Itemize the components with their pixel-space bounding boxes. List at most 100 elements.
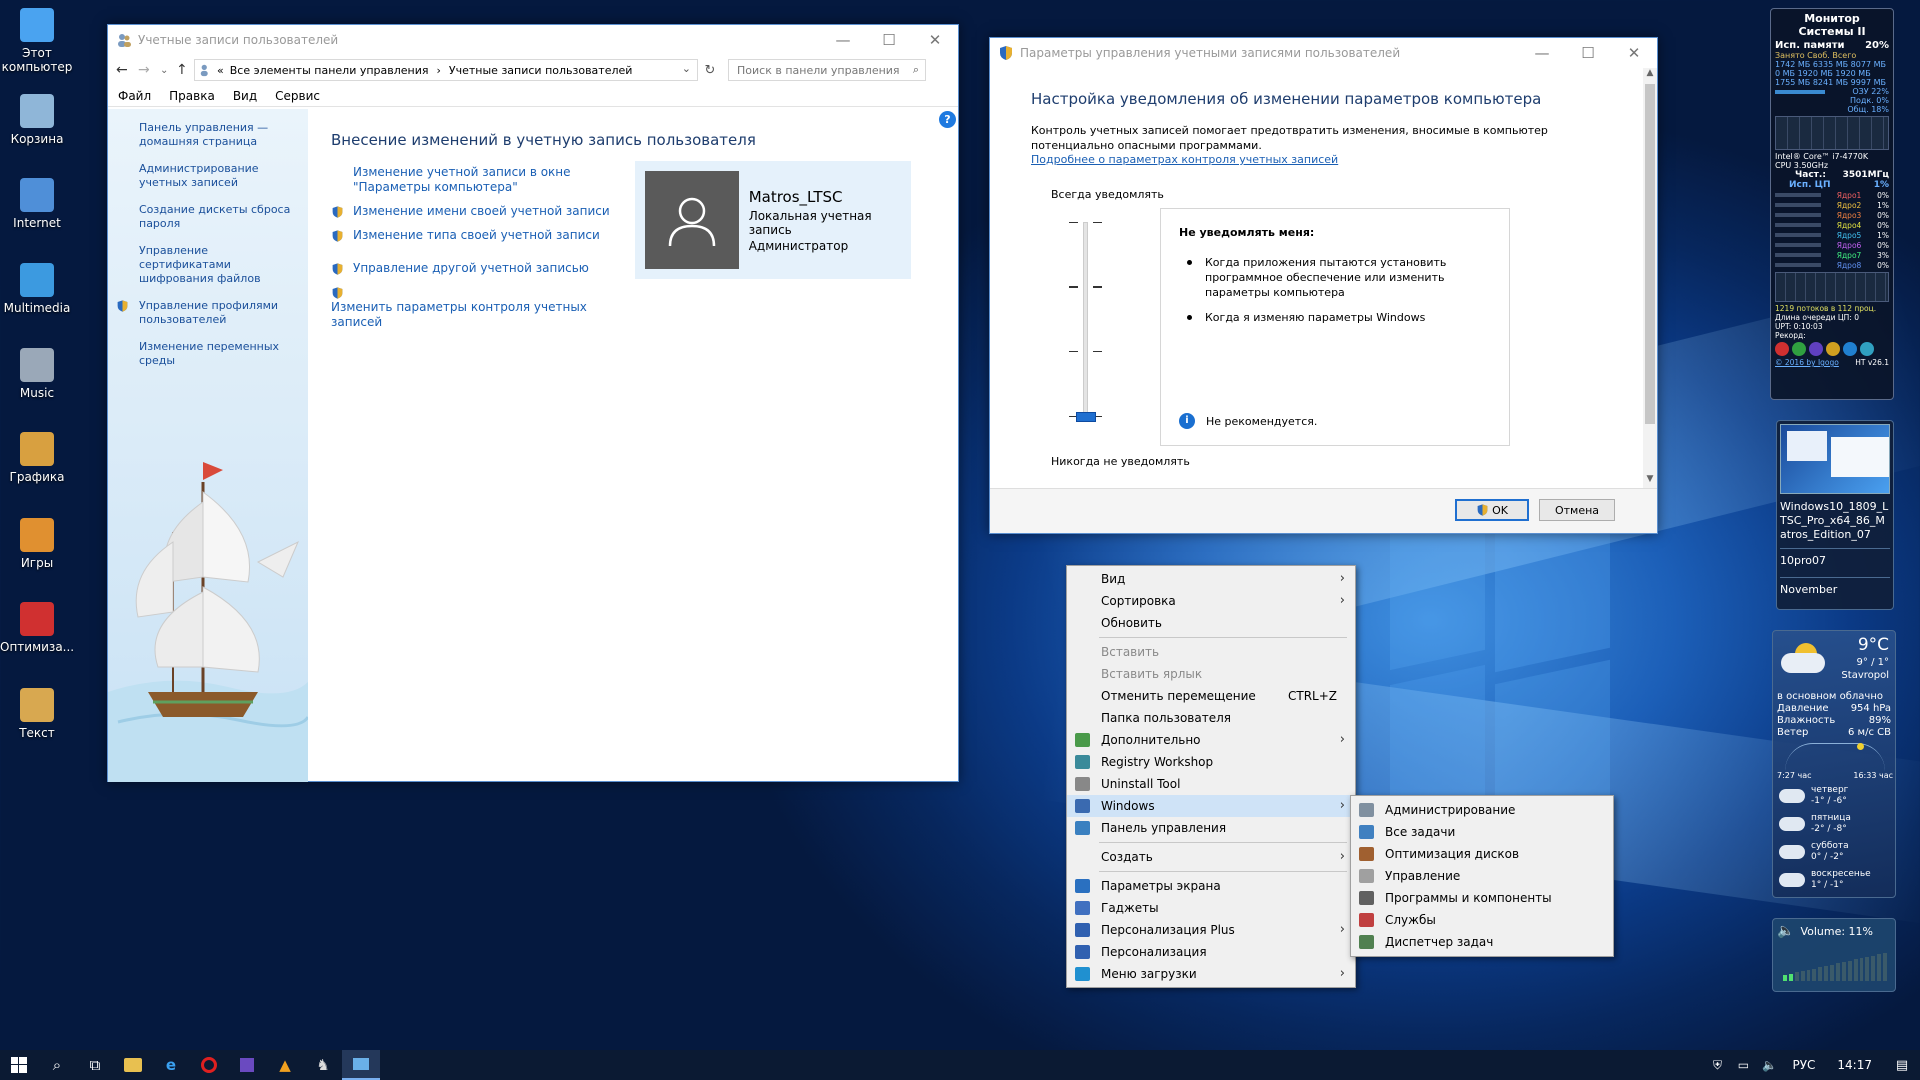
slider-thumb[interactable] (1076, 412, 1096, 422)
calculator-button[interactable] (228, 1050, 266, 1080)
context-menu-item[interactable]: Папка пользователя (1067, 707, 1355, 729)
aimp-button[interactable]: ▲ (266, 1050, 304, 1080)
slideshow-gadget[interactable]: Windows10_1809_LTSC_Pro_x64_86_Matros_Ed… (1776, 420, 1894, 610)
menu-item[interactable]: Правка (169, 89, 215, 103)
title-bar[interactable]: Учетные записи пользователей — ☐ ✕ (108, 25, 958, 55)
desktop-icon[interactable]: Корзина (0, 94, 74, 146)
up-arrow-icon[interactable]: ↑ (176, 62, 194, 78)
context-menu-item[interactable]: Отменить перемещение CTRL+Z (1067, 685, 1355, 707)
ok-button[interactable]: OK (1455, 499, 1529, 521)
context-menu-item[interactable]: Гаджеты (1067, 897, 1355, 919)
user-card[interactable]: Matros_LTSC Локальная учетная запись Адм… (635, 161, 911, 279)
submenu-item[interactable]: Управление (1351, 865, 1613, 887)
desktop-icon[interactable]: Этот компьютер (0, 8, 74, 74)
submenu-item[interactable]: Службы (1351, 909, 1613, 931)
context-menu-item[interactable]: Вставить (1067, 641, 1355, 663)
lock-icon[interactable] (1826, 342, 1840, 356)
desktop-icon[interactable]: Multimedia (0, 263, 74, 315)
desktop-icon[interactable]: Оптимиза... (0, 602, 74, 654)
uac-more-link[interactable]: Подробнее о параметрах контроля учетных … (1031, 153, 1338, 166)
minimize-button[interactable]: — (1519, 38, 1565, 68)
forward-arrow-icon[interactable]: → (138, 62, 160, 78)
restart-icon[interactable] (1792, 342, 1806, 356)
start-button[interactable] (0, 1050, 38, 1080)
network-icon[interactable]: ▭ (1730, 1050, 1756, 1080)
opera-button[interactable] (190, 1050, 228, 1080)
task-view-button[interactable]: ⧉ (76, 1050, 114, 1080)
context-menu-item[interactable]: Вставить ярлык (1067, 663, 1355, 685)
breadcrumb-separator[interactable]: › (437, 64, 441, 77)
context-menu-item[interactable]: Вид › (1067, 568, 1355, 590)
help-icon[interactable]: ? (939, 111, 956, 128)
language-indicator[interactable]: РУС (1782, 1058, 1825, 1072)
volume-gadget[interactable]: 🔈 Volume: 11% (1772, 918, 1896, 992)
menu-item[interactable]: Вид (233, 89, 257, 103)
context-menu-item[interactable]: Registry Workshop (1067, 751, 1355, 773)
tray-shield-icon[interactable]: ⛨ (1704, 1050, 1730, 1080)
sleep-icon[interactable] (1809, 342, 1823, 356)
submenu-item[interactable]: Программы и компоненты (1351, 887, 1613, 909)
maximize-button[interactable]: ☐ (1565, 38, 1611, 68)
gadget-button[interactable]: ♞ (304, 1050, 342, 1080)
title-bar[interactable]: Параметры управления учетными записями п… (990, 38, 1657, 68)
submenu-item[interactable]: Администрирование (1351, 799, 1613, 821)
maximize-button[interactable]: ☐ (866, 25, 912, 55)
copyright-link[interactable]: © 2016 by Igogo (1775, 358, 1839, 367)
desktop-icon[interactable]: Текст (0, 688, 74, 740)
sidebar-link[interactable]: Администрирование учетных записей (116, 162, 300, 190)
scroll-thumb[interactable] (1645, 84, 1655, 424)
control-panel-task-button[interactable] (342, 1050, 380, 1080)
context-menu-item[interactable]: Параметры экрана (1067, 875, 1355, 897)
context-menu-item[interactable]: Сортировка › (1067, 590, 1355, 612)
power-icon[interactable] (1775, 342, 1789, 356)
volume-tray-icon[interactable]: 🔈 (1756, 1050, 1782, 1080)
desktop-icon[interactable]: Internet (0, 178, 74, 230)
minimize-button[interactable]: — (820, 25, 866, 55)
close-button[interactable]: ✕ (912, 25, 958, 55)
scrollbar[interactable]: ▲ ▼ (1643, 68, 1657, 488)
sidebar-link[interactable]: Создание дискеты сброса пароля (116, 203, 300, 231)
task-link[interactable]: Изменение имени своей учетной записи (331, 204, 621, 219)
close-button[interactable]: ✕ (1611, 38, 1657, 68)
search-input[interactable]: Поиск в панели управления ⌕ (728, 59, 926, 81)
context-menu-item[interactable]: Создать › (1067, 846, 1355, 868)
desktop-icon[interactable]: Игры (0, 518, 74, 570)
task-link[interactable]: Изменить параметры контроля учетных запи… (331, 285, 621, 330)
recent-chevron-icon[interactable]: ⌄ (160, 65, 176, 76)
sidebar-link[interactable]: Панель управления — домашняя страница (116, 121, 300, 149)
settings-icon[interactable] (1860, 342, 1874, 356)
context-menu-item[interactable]: Windows › (1067, 795, 1355, 817)
breadcrumb-user-accounts[interactable]: Учетные записи пользователей (449, 64, 633, 77)
context-menu-item[interactable]: Персонализация Plus › (1067, 919, 1355, 941)
task-link[interactable]: Управление другой учетной записью (331, 261, 621, 276)
menu-item[interactable]: Файл (118, 89, 151, 103)
address-bar[interactable]: « Все элементы панели управления › Учетн… (194, 59, 698, 81)
context-menu-item[interactable]: Панель управления (1067, 817, 1355, 839)
search-button[interactable]: ⌕ (38, 1050, 76, 1080)
sidebar-link[interactable]: Управление профилями пользователей (116, 299, 300, 327)
submenu-item[interactable]: Оптимизация дисков (1351, 843, 1613, 865)
breadcrumb-chevrons[interactable]: « (217, 64, 224, 77)
sidebar-link[interactable]: Управление сертификатами шифрования файл… (116, 244, 300, 286)
back-arrow-icon[interactable]: ← (116, 62, 138, 78)
desktop-icon[interactable]: Music (0, 348, 74, 400)
context-menu-item[interactable]: Обновить (1067, 612, 1355, 634)
scroll-down-arrow-icon[interactable]: ▼ (1643, 474, 1657, 488)
context-menu-item[interactable]: Uninstall Tool (1067, 773, 1355, 795)
refresh-icon[interactable]: ↻ (698, 63, 722, 78)
address-dropdown-icon[interactable]: ⌄ (682, 62, 691, 75)
submenu-item[interactable]: Диспетчер задач (1351, 931, 1613, 953)
clock[interactable]: 14:17 (1825, 1058, 1884, 1072)
context-menu-item[interactable]: Дополнительно › (1067, 729, 1355, 751)
file-explorer-button[interactable] (114, 1050, 152, 1080)
logoff-icon[interactable] (1843, 342, 1857, 356)
context-menu-item[interactable]: Меню загрузки › (1067, 963, 1355, 985)
scroll-up-arrow-icon[interactable]: ▲ (1643, 68, 1657, 82)
breadcrumb-all-items[interactable]: Все элементы панели управления (230, 64, 429, 77)
desktop-icon[interactable]: Графика (0, 432, 74, 484)
notification-slider[interactable] (1060, 222, 1110, 432)
notifications-icon[interactable]: ▤ (1884, 1050, 1920, 1080)
ie-button[interactable]: e (152, 1050, 190, 1080)
task-link[interactable]: Изменение учетной записи в окне "Парамет… (331, 165, 621, 195)
context-menu-item[interactable]: Персонализация (1067, 941, 1355, 963)
